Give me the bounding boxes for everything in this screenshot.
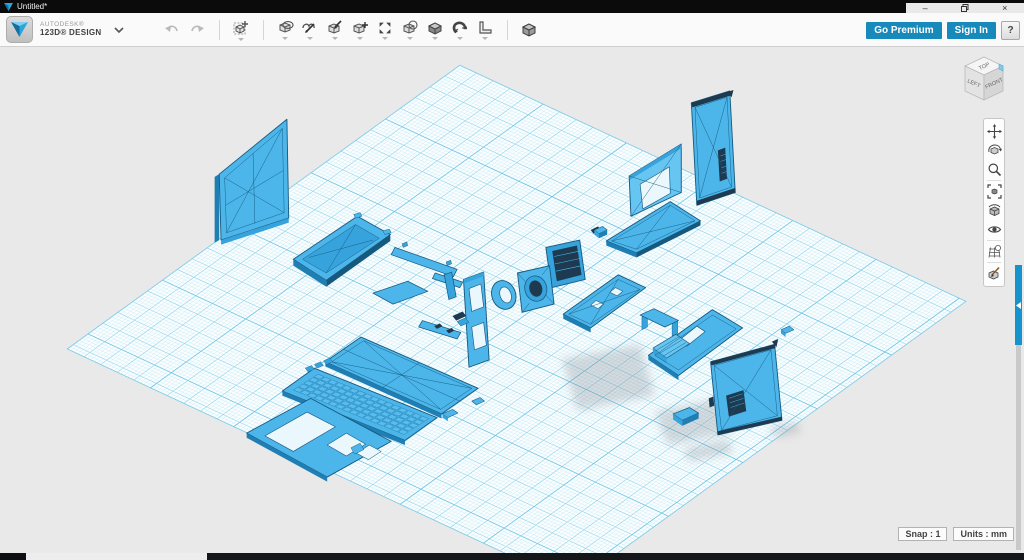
arrow-left-icon (1016, 302, 1021, 309)
material-button[interactable] (985, 264, 1003, 283)
app-menu-button[interactable]: AUTODESK® 123D® DESIGN (6, 16, 124, 43)
pan-button[interactable] (985, 122, 1003, 141)
taskbar-start-segment[interactable] (0, 553, 26, 560)
viewport: TOP LEFT FRONT (0, 47, 1024, 553)
fit-view-button[interactable] (985, 182, 1003, 201)
view-cube[interactable]: TOP LEFT FRONT (958, 54, 1010, 106)
viewport-canvas[interactable] (0, 47, 1024, 553)
minimize-button[interactable]: – (923, 3, 928, 13)
taskbar-active-app-segment[interactable] (26, 553, 207, 560)
combine-button[interactable] (424, 17, 446, 43)
panel-slide-handle[interactable] (1015, 265, 1022, 345)
maximize-button[interactable] (961, 4, 969, 12)
app-window: Untitled* – × AUTODESK® 123D® DESIGN (0, 0, 1024, 560)
help-button[interactable]: ? (1001, 21, 1020, 40)
snap-button[interactable] (449, 17, 471, 43)
construct-button[interactable] (324, 17, 346, 43)
app-logo-small-icon (4, 3, 13, 11)
snap-setting[interactable]: Snap : 1 (898, 527, 947, 541)
redo-button[interactable] (186, 17, 208, 43)
go-premium-button[interactable]: Go Premium (866, 22, 941, 39)
hide-show-button[interactable] (985, 220, 1003, 239)
modify-button[interactable] (349, 17, 371, 43)
shaded-view-button[interactable] (985, 201, 1003, 220)
units-setting[interactable]: Units : mm (953, 527, 1014, 541)
navigation-toolbar (983, 118, 1005, 287)
main-toolbar: AUTODESK® 123D® DESIGN (0, 13, 1024, 47)
undo-button[interactable] (161, 17, 183, 43)
window-title: Untitled* (17, 0, 47, 13)
sketch-button[interactable] (299, 17, 321, 43)
account-area: Go Premium Sign In ? (861, 21, 1020, 40)
zoom-button[interactable] (985, 160, 1003, 179)
transform-button[interactable] (274, 17, 296, 43)
tool-icons (160, 17, 542, 43)
window-controls: – × (906, 3, 1024, 13)
sign-in-button[interactable]: Sign In (947, 22, 996, 39)
brand-product: 123D® DESIGN (40, 29, 102, 37)
titlebar: Untitled* – × (0, 0, 1024, 13)
status-bar: Snap : 1 Units : mm (892, 527, 1014, 541)
123d-logo-icon (6, 16, 33, 43)
ruler-button[interactable] (474, 17, 496, 43)
chevron-down-icon (114, 27, 124, 33)
right-scrollbar-track[interactable] (1016, 345, 1021, 550)
primitives-button[interactable] (230, 17, 252, 43)
os-taskbar[interactable] (0, 553, 1024, 560)
grouping-button[interactable] (399, 17, 421, 43)
pattern-button[interactable] (374, 17, 396, 43)
grid-settings-button[interactable] (985, 242, 1003, 261)
close-button[interactable]: × (1002, 3, 1007, 13)
orbit-button[interactable] (985, 141, 1003, 160)
display-cube-button[interactable] (518, 17, 540, 43)
